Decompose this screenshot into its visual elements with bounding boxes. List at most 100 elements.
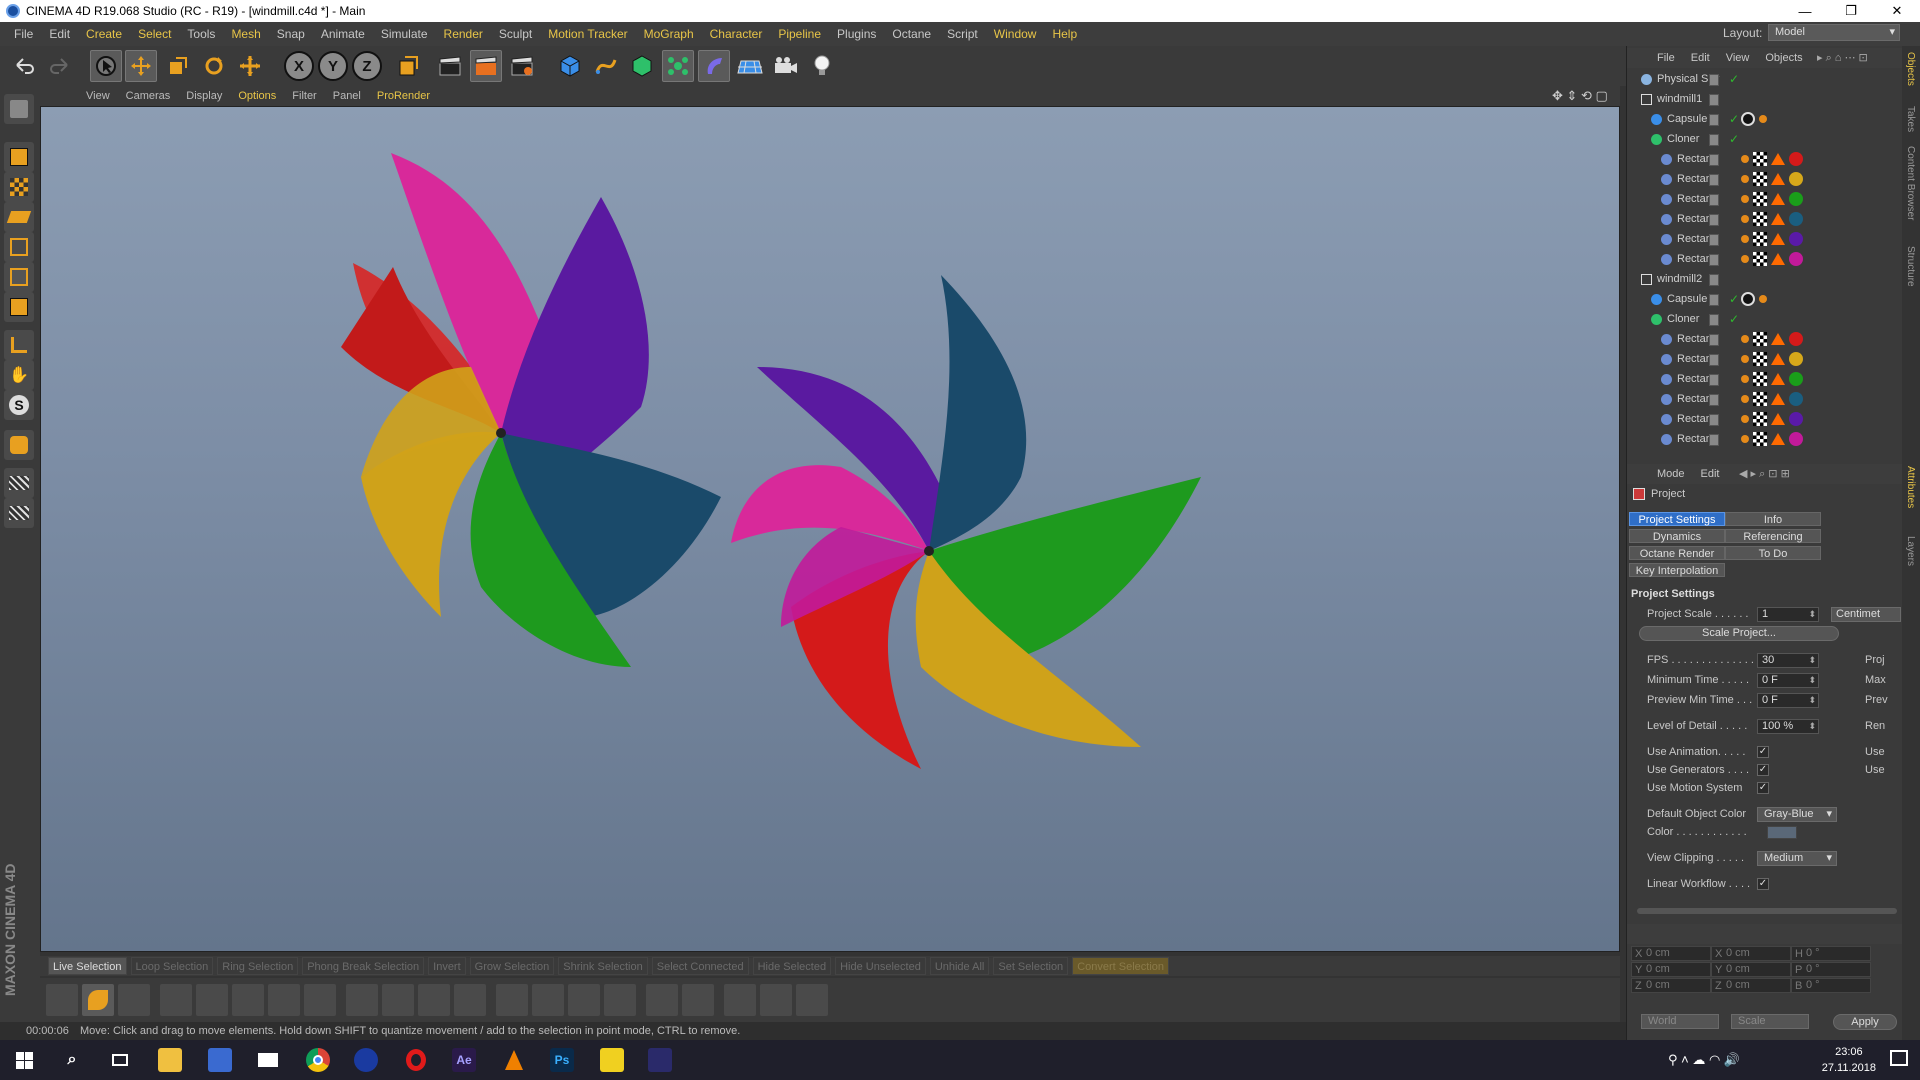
move-tool[interactable] [125, 50, 157, 82]
view-clipping-select[interactable]: Medium [1757, 851, 1837, 866]
coordinate-system-button[interactable] [392, 50, 424, 82]
material-tag-icon[interactable] [1741, 112, 1755, 126]
object-row[interactable]: Rectan [1627, 430, 1903, 450]
uvw-tag-icon[interactable] [1753, 172, 1767, 186]
after-effects-button[interactable]: Ae [452, 1048, 476, 1072]
object-row[interactable]: Capsule ✓ [1627, 290, 1903, 310]
layer-toggle[interactable] [1709, 394, 1719, 406]
layer-toggle[interactable] [1709, 134, 1719, 146]
loop-selection-command[interactable]: Loop Selection [130, 957, 214, 975]
material-tag-icon[interactable] [1789, 352, 1803, 366]
magnet-button[interactable] [4, 430, 34, 460]
bottom-tool-11[interactable] [418, 984, 450, 1016]
polygon-selection-tag-icon[interactable] [1771, 333, 1785, 345]
rotate-tool[interactable] [198, 50, 230, 82]
phong-tag-icon[interactable] [1741, 355, 1749, 363]
material-tag-icon[interactable] [1789, 212, 1803, 226]
menu-create[interactable]: Create [78, 27, 130, 41]
uvw-tag-icon[interactable] [1753, 392, 1767, 406]
bottom-tool-21[interactable] [796, 984, 828, 1016]
bottom-tool-17[interactable] [646, 984, 678, 1016]
layer-toggle[interactable] [1709, 214, 1719, 226]
bottom-tool-19[interactable] [724, 984, 756, 1016]
bottom-tool-13[interactable] [496, 984, 528, 1016]
menu-animate[interactable]: Animate [313, 27, 373, 41]
uvw-tag-icon[interactable] [1753, 252, 1767, 266]
coordinate-field[interactable]: X0 cm [1711, 946, 1791, 961]
uvw-tag-icon[interactable] [1753, 232, 1767, 246]
menu-help[interactable]: Help [1044, 27, 1085, 41]
set-selection-command[interactable]: Set Selection [993, 957, 1069, 975]
object-row[interactable]: Rectan [1627, 250, 1903, 270]
tab-key-interpolation[interactable]: Key Interpolation [1629, 563, 1725, 577]
cinema4d-taskbar-button[interactable] [354, 1048, 378, 1072]
tab-to-do[interactable]: To Do [1725, 546, 1821, 560]
select-connected-command[interactable]: Select Connected [651, 957, 749, 975]
object-row[interactable]: Cloner ✓ [1627, 310, 1903, 330]
viewport-menu-view[interactable]: View [78, 90, 118, 102]
object-row[interactable]: Rectan [1627, 410, 1903, 430]
coordinate-field[interactable]: Z 0 cm [1631, 978, 1711, 993]
z-axis-lock-button[interactable]: Z [352, 51, 382, 81]
phong-tag-icon[interactable] [1741, 435, 1749, 443]
polygon-selection-tag-icon[interactable] [1771, 233, 1785, 245]
maximize-button[interactable]: ❐ [1828, 0, 1874, 22]
color-swatch[interactable] [1767, 826, 1797, 839]
layer-toggle[interactable] [1709, 274, 1719, 286]
polygon-selection-tag-icon[interactable] [1771, 413, 1785, 425]
shrink-selection-command[interactable]: Shrink Selection [558, 957, 648, 975]
render-view-button[interactable] [434, 50, 466, 82]
menu-window[interactable]: Window [986, 27, 1045, 41]
apply-button[interactable]: Apply [1833, 1014, 1897, 1030]
object-row[interactable]: Rectan [1627, 350, 1903, 370]
points-mode-button[interactable] [4, 232, 34, 262]
render-to-picture-viewer-button[interactable] [470, 50, 502, 82]
polygon-selection-tag-icon[interactable] [1771, 433, 1785, 445]
task-view-button[interactable] [108, 1048, 132, 1072]
scale-tool[interactable] [162, 50, 194, 82]
layer-toggle[interactable] [1709, 234, 1719, 246]
default-color-select[interactable]: Gray-Blue [1757, 807, 1837, 822]
material-tag-icon[interactable] [1789, 332, 1803, 346]
light-button[interactable] [806, 50, 838, 82]
axis-mode-button[interactable] [4, 330, 34, 360]
render-settings-button[interactable] [506, 50, 538, 82]
bottom-tool-1[interactable] [46, 984, 78, 1016]
side-tab-takes[interactable]: Takes [1905, 106, 1916, 132]
live-selection-command[interactable]: Live Selection [48, 957, 127, 975]
bottom-tool-6[interactable] [232, 984, 264, 1016]
layer-toggle[interactable] [1709, 294, 1719, 306]
bottom-tool-8[interactable] [304, 984, 336, 1016]
phong-tag-icon[interactable] [1741, 255, 1749, 263]
taskbar-clock[interactable]: 23:06 27.11.2018 [1822, 1044, 1876, 1076]
object-row[interactable]: Rectan [1627, 190, 1903, 210]
store-button[interactable] [208, 1048, 232, 1072]
texture-mode-button[interactable] [4, 172, 34, 202]
coordinate-field[interactable]: P0 ° [1791, 962, 1871, 977]
coordinate-field[interactable]: B0 ° [1791, 978, 1871, 993]
viewport-menu-prorender[interactable]: ProRender [369, 90, 438, 102]
material-tag-icon[interactable] [1789, 412, 1803, 426]
object-row[interactable]: Rectan [1627, 170, 1903, 190]
menu-tools[interactable]: Tools [179, 27, 223, 41]
model-mode-button[interactable] [4, 142, 34, 172]
undo-button[interactable] [8, 50, 40, 82]
subdivision-surface-button[interactable] [626, 50, 658, 82]
menu-character[interactable]: Character [702, 27, 771, 41]
chrome-button[interactable] [306, 1048, 330, 1072]
workplane-mode-button[interactable] [4, 202, 34, 232]
polygon-selection-tag-icon[interactable] [1771, 173, 1785, 185]
layer-toggle[interactable] [1709, 114, 1719, 126]
enabled-check-icon[interactable]: ✓ [1729, 312, 1739, 326]
objects-menu-edit[interactable]: Edit [1683, 52, 1718, 64]
workplane-lock-button[interactable] [4, 468, 34, 498]
attributes-scrollbar[interactable] [1637, 908, 1897, 914]
menu-snap[interactable]: Snap [269, 27, 313, 41]
layer-toggle[interactable] [1709, 314, 1719, 326]
side-tab-objects[interactable]: Objects [1905, 52, 1916, 86]
material-tag-icon[interactable] [1789, 172, 1803, 186]
layer-toggle[interactable] [1709, 374, 1719, 386]
uvw-tag-icon[interactable] [1753, 212, 1767, 226]
cloner-button[interactable] [662, 50, 694, 82]
uvw-tag-icon[interactable] [1753, 352, 1767, 366]
